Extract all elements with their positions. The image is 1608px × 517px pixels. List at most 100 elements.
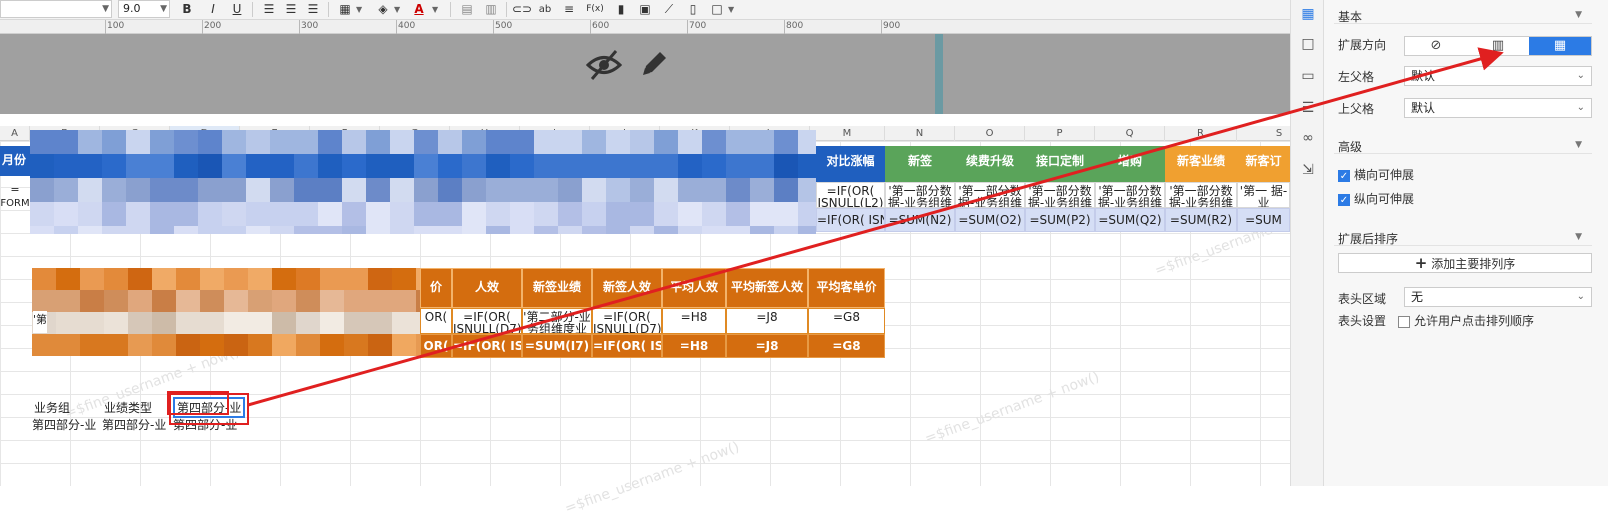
align-left-icon[interactable]: ☰ — [260, 1, 278, 18]
chevron-down-icon[interactable]: ▼ — [728, 1, 734, 18]
widget-icon[interactable]: ▭ — [1299, 68, 1317, 86]
formula-button[interactable]: F(x) — [586, 1, 604, 18]
t1-row1-cell[interactable]: '第一部分数 据-业务组维 — [885, 182, 955, 208]
t1-row2-cell[interactable]: =SUM(O2) — [955, 208, 1025, 232]
left-parent-select[interactable]: 默认 ⌄ — [1404, 66, 1592, 86]
column-header-a[interactable]: A — [0, 126, 30, 141]
table3-header-business-group[interactable]: 业务组 — [34, 399, 70, 416]
t1-headers-cell[interactable]: 对比涨幅 — [816, 146, 885, 182]
t2-row2-cell[interactable]: =IF(OR( ISNULL(D — [592, 334, 662, 358]
slash-icon[interactable]: ⟋ — [660, 1, 678, 18]
t2-headers-cell[interactable]: 新签业绩 — [522, 268, 592, 308]
t1-headers-cell[interactable]: 增购 — [1095, 146, 1165, 182]
t2-row1-cell[interactable]: =IF(OR( ISNULL(D7) — [592, 308, 662, 334]
t1-headers-cell[interactable]: 新客业绩 — [1165, 146, 1237, 182]
cell-a-header[interactable]: 月份 — [0, 146, 30, 176]
t2-headers-cell[interactable]: 价 — [420, 268, 452, 308]
t2-row2-cell[interactable]: =J8 — [726, 334, 808, 358]
top-parent-select[interactable]: 默认 ⌄ — [1404, 98, 1592, 118]
splitter-handle[interactable] — [935, 34, 943, 114]
horizontal-expand-checkbox[interactable]: ✓ 横向可伸展 — [1338, 166, 1414, 183]
t2-row1-cell[interactable]: =IF(OR( ISNULL(D7) — [452, 308, 522, 334]
text-ab-button[interactable]: ab — [536, 1, 554, 18]
table2-first-cell[interactable]: '第 — [33, 311, 47, 333]
section-advanced[interactable]: 高级 ▼ — [1334, 134, 1592, 154]
font-size-select[interactable]: 9.0 ▼ — [118, 0, 170, 18]
t2-row2-cell[interactable]: =IF(OR( ISNULL(D — [452, 334, 522, 358]
allow-user-sort-checkbox[interactable]: 允许用户点击排列顺序 — [1398, 312, 1534, 329]
table3-value[interactable]: 第四部分-业 — [173, 416, 237, 433]
style-icon[interactable]: □ — [1299, 36, 1317, 54]
header-area-select[interactable]: 无 ⌄ — [1404, 287, 1592, 307]
t1-headers-cell[interactable]: 新客订 — [1237, 146, 1290, 182]
fill-color-icon[interactable]: ◈ — [374, 1, 392, 18]
t1-row1-cell[interactable]: '第一部分数 据-业务组维 — [1025, 182, 1095, 208]
t1-headers-cell[interactable]: 接口定制 — [1025, 146, 1095, 182]
checkbox-unchecked-icon[interactable] — [1398, 315, 1410, 328]
t1-row2-cell[interactable]: =SUM(N2) — [885, 208, 955, 232]
checkbox-checked-icon[interactable]: ✓ — [1338, 193, 1350, 206]
eye-slash-icon[interactable] — [586, 48, 622, 82]
t2-row2-cell[interactable]: =G8 — [808, 334, 885, 358]
t1-row1-cell[interactable]: '第一 据-业 — [1237, 182, 1290, 208]
image-icon[interactable]: ▣ — [636, 1, 654, 18]
no-expand-icon[interactable]: ⊘ — [1405, 37, 1467, 55]
t2-headers-cell[interactable]: 平均新签人效 — [726, 268, 808, 308]
cell-properties-icon[interactable]: ▦ — [1299, 6, 1317, 24]
column-header-n[interactable]: N — [885, 126, 955, 141]
bold-button[interactable]: B — [178, 1, 196, 18]
chevron-down-icon[interactable]: ▼ — [1575, 232, 1582, 242]
font-family-select[interactable]: ▼ — [0, 0, 112, 18]
chevron-down-icon[interactable]: ▼ — [1575, 10, 1582, 20]
chart-icon[interactable]: ▮ — [612, 1, 630, 18]
t2-row2-cell[interactable]: =SUM(I7) — [522, 334, 592, 358]
border-icon[interactable]: ▦ — [336, 1, 354, 18]
t1-row1-cell[interactable]: =IF(OR( ISNULL(L2) — [816, 182, 885, 208]
t2-row2-cell[interactable]: =H8 — [662, 334, 726, 358]
t1-row2-cell[interactable]: =SUM — [1237, 208, 1290, 232]
t1-headers-cell[interactable]: 新签 — [885, 146, 955, 182]
section-basic[interactable]: 基本 ▼ — [1334, 4, 1592, 24]
chevron-down-icon[interactable]: ▼ — [432, 1, 438, 18]
hyperlink-icon[interactable]: ∞ — [1299, 130, 1317, 148]
t2-row2-cell[interactable]: OR( — [420, 334, 452, 358]
selected-cell[interactable]: 第四部分-业 — [173, 397, 246, 418]
chevron-down-icon[interactable]: ▼ — [356, 1, 362, 18]
column-header-r[interactable]: R — [1165, 126, 1237, 141]
t1-row1-cell[interactable]: '第一部分数 据-业务组维 — [955, 182, 1025, 208]
table3-header-performance-type[interactable]: 业绩类型 — [104, 399, 152, 416]
t2-row1-cell[interactable]: OR( — [420, 308, 452, 334]
chevron-down-icon[interactable]: ▼ — [394, 1, 400, 18]
add-primary-sort-button[interactable]: + 添加主要排列序 — [1338, 253, 1592, 273]
column-header-m[interactable]: M — [810, 126, 885, 141]
align-right-icon[interactable]: ☰ — [304, 1, 322, 18]
column-header-o[interactable]: O — [955, 126, 1025, 141]
italic-button[interactable]: I — [204, 1, 222, 18]
column-header-q[interactable]: Q — [1095, 126, 1165, 141]
section-sort-after-expand[interactable]: 扩展后排序 ▼ — [1334, 226, 1592, 246]
checkbox-checked-icon[interactable]: ✓ — [1338, 169, 1350, 182]
pencil-icon[interactable] — [638, 48, 670, 80]
t2-row1-cell[interactable]: '第二部分-业 务组维度业 — [522, 308, 592, 334]
underline-button[interactable]: U — [228, 1, 246, 18]
align-center-icon[interactable]: ☰ — [282, 1, 300, 18]
t2-headers-cell[interactable]: 平均客单价 — [808, 268, 885, 308]
chevron-down-icon[interactable]: ▼ — [1575, 140, 1582, 150]
vertical-expand-icon[interactable]: ▥ — [1467, 37, 1529, 55]
t1-row2-cell[interactable]: =SUM(P2) — [1025, 208, 1095, 232]
table3-value[interactable]: 第四部分-业 — [102, 416, 166, 433]
vertical-expand-checkbox[interactable]: ✓ 纵向可伸展 — [1338, 190, 1414, 207]
column-header-p[interactable]: P — [1025, 126, 1095, 141]
text-color-button[interactable]: A — [410, 1, 428, 18]
split-cells-icon[interactable]: ▥ — [482, 1, 500, 18]
table3-value[interactable]: 第四部分-业 — [32, 416, 96, 433]
data-entry-icon[interactable]: ⇲ — [1299, 162, 1317, 180]
t1-row2-cell[interactable]: =SUM(Q2) — [1095, 208, 1165, 232]
t2-row1-cell[interactable]: =J8 — [726, 308, 808, 334]
t1-headers-cell[interactable]: 续费升级 — [955, 146, 1025, 182]
t1-row2-cell[interactable]: =IF(OR( ISNULL(L3) — [816, 208, 885, 232]
t2-headers-cell[interactable]: 平均人效 — [662, 268, 726, 308]
t1-row1-cell[interactable]: '第一部分数 据-业务组维 — [1165, 182, 1237, 208]
condition-icon[interactable]: ☰ — [1299, 100, 1317, 118]
t2-headers-cell[interactable]: 人效 — [452, 268, 522, 308]
